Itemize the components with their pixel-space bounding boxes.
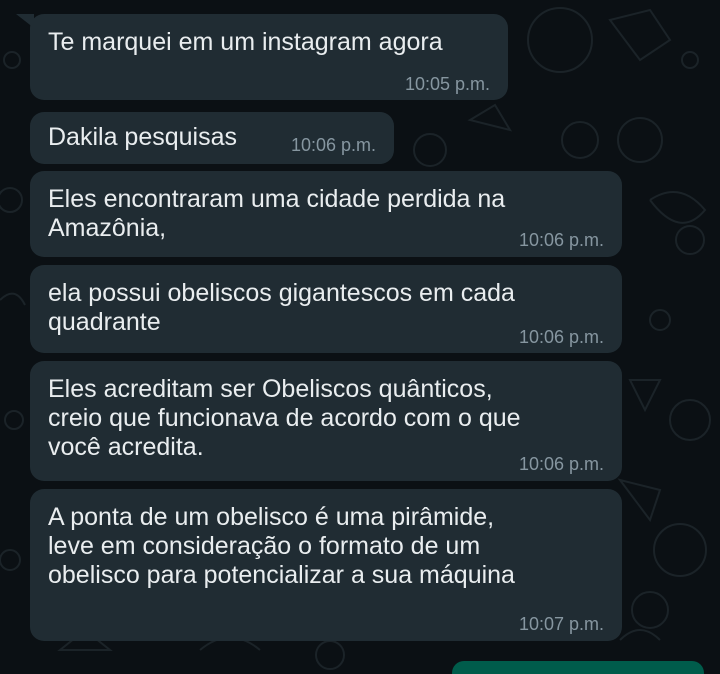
- message-timestamp: 10:07 p.m.: [518, 614, 604, 634]
- chat-conversation: Te marquei em um instagram agora 10:05 p…: [0, 0, 720, 674]
- message-bubble[interactable]: ela possui obeliscos gigantescos em cada…: [30, 265, 622, 353]
- message-bubble[interactable]: Eles acreditam ser Obeliscos quânticos, …: [30, 361, 622, 481]
- message-text: Eles acreditam ser Obeliscos quânticos, …: [48, 375, 521, 461]
- message-bubble[interactable]: Te marquei em um instagram agora 10:05 p…: [16, 14, 508, 100]
- message-text: Dakila pesquisas: [48, 123, 237, 151]
- message-text: ela possui obeliscos gigantescos em cada…: [48, 279, 515, 336]
- bubble-tail: [16, 14, 34, 28]
- message-timestamp: 10:05 p.m.: [404, 74, 490, 94]
- message-timestamp: 10:06 p.m.: [518, 454, 604, 474]
- message-timestamp: 10:06 p.m.: [518, 230, 604, 250]
- message-text: A ponta de um obelisco é uma pirâmide, l…: [48, 503, 515, 589]
- message-bubble[interactable]: Eles encontraram uma cidade perdida na A…: [30, 171, 622, 257]
- message-timestamp: 10:06 p.m.: [518, 327, 604, 347]
- message-text: Eles encontraram uma cidade perdida na A…: [48, 185, 506, 242]
- message-timestamp: 10:06 p.m.: [290, 135, 376, 155]
- outgoing-message-bubble-partial[interactable]: [452, 661, 704, 674]
- message-bubble[interactable]: Dakila pesquisas 10:06 p.m.: [30, 112, 394, 164]
- message-text: Te marquei em um instagram agora: [48, 28, 443, 56]
- message-bubble[interactable]: A ponta de um obelisco é uma pirâmide, l…: [30, 489, 622, 641]
